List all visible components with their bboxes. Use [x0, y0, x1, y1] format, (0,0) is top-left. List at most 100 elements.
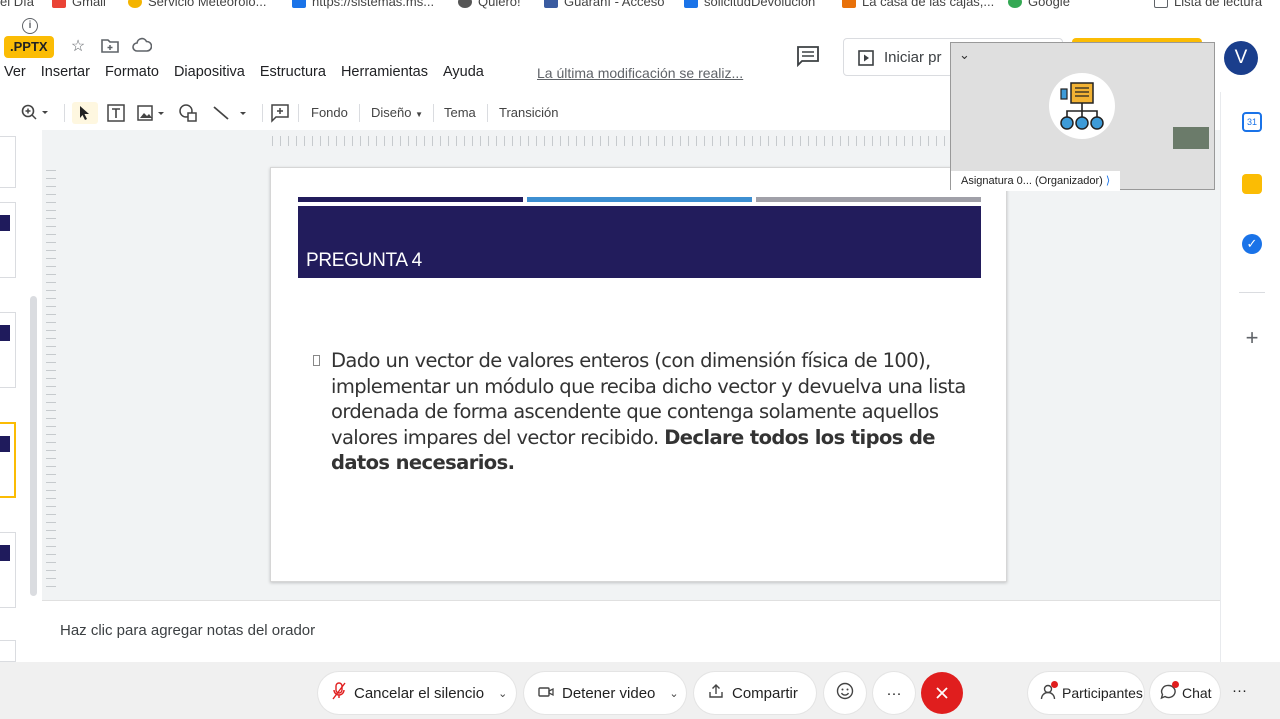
slide[interactable]: PREGUNTA 4 Dado un vector de valores ent… — [270, 167, 1007, 582]
bookmark[interactable]: Gmail — [52, 0, 106, 9]
end-call-button[interactable] — [921, 672, 963, 714]
present-label: Iniciar pr — [884, 49, 942, 66]
bookmark[interactable]: La casa de las cajas,... — [842, 0, 994, 9]
people-icon — [1040, 680, 1058, 703]
menu-estructura[interactable]: Estructura — [260, 64, 326, 84]
file-type-badge: .PPTX — [4, 36, 54, 58]
star-icon[interactable]: ☆ — [68, 37, 88, 57]
filmstrip-scrollbar[interactable] — [30, 296, 37, 596]
bookmark[interactable]: Guaraní - Acceso — [544, 0, 664, 9]
slide-filmstrip — [0, 130, 42, 662]
stop-video-label: Detener video — [562, 684, 656, 702]
notification-dot — [1172, 680, 1179, 688]
flag-icon — [292, 0, 306, 8]
zoom-icon[interactable] — [20, 102, 50, 124]
bookmark[interactable]: https://sistemas.ms... — [292, 0, 434, 9]
bookmark-label: Quiero! — [478, 0, 521, 9]
chevron-down-icon[interactable]: ⌄ — [959, 47, 970, 63]
menu-bar: Ver Insertar Formato Diapositiva Estruct… — [4, 64, 499, 84]
chevron-down-icon[interactable]: ⌄ — [669, 687, 678, 700]
share-screen-button[interactable]: Compartir — [694, 672, 816, 714]
select-cursor-icon[interactable] — [72, 102, 98, 124]
background-button[interactable]: Fondo — [311, 102, 348, 124]
info-icon[interactable]: i — [22, 18, 38, 34]
slide-thumbnail[interactable] — [0, 640, 16, 662]
line-icon[interactable] — [210, 102, 254, 124]
accent-bar — [527, 197, 752, 202]
unmute-button[interactable]: Cancelar el silencio ⌄ — [318, 672, 516, 714]
slide-thumbnail-selected[interactable] — [0, 422, 16, 498]
shape-icon[interactable] — [178, 102, 200, 124]
image-icon[interactable] — [136, 102, 170, 124]
participants-button[interactable]: Participantes — [1028, 672, 1144, 714]
bookmark[interactable]: Google — [1008, 0, 1070, 9]
menu-ver[interactable]: Ver — [4, 64, 26, 84]
layout-button[interactable]: Diseño ▼ — [371, 102, 423, 124]
participants-label: Participantes — [1062, 685, 1143, 701]
add-comment-icon[interactable] — [270, 102, 290, 124]
menu-diapositiva[interactable]: Diapositiva — [174, 64, 245, 84]
bookmarks-bar: el Día Gmail Servicio Meteorolo... https… — [0, 0, 1280, 12]
video-tile[interactable]: ⌄ Asignatura 0... (Organizador) ⟩ — [950, 42, 1215, 191]
site-icon — [544, 0, 558, 8]
toolbar: Fondo Diseño ▼ Tema Transición — [0, 96, 945, 130]
slide-title[interactable]: PREGUNTA 4 — [306, 250, 422, 272]
site-icon — [842, 0, 856, 8]
slide-thumbnail[interactable] — [0, 136, 16, 188]
menu-herramientas[interactable]: Herramientas — [341, 64, 428, 84]
site-icon — [684, 0, 698, 8]
last-edit-link[interactable]: La última modificación se realiz... — [537, 65, 743, 81]
vertical-ruler — [46, 170, 56, 590]
chevron-right-icon: ⟩ — [1105, 175, 1111, 187]
gmail-icon — [52, 0, 66, 8]
google-icon — [1008, 0, 1022, 8]
folder-move-icon[interactable] — [100, 37, 120, 57]
reading-list-icon — [1154, 0, 1168, 8]
notification-dot — [1051, 680, 1058, 688]
slide-thumbnail[interactable] — [0, 202, 16, 278]
more-options-button[interactable]: ··· — [873, 672, 915, 714]
transition-button[interactable]: Transición — [499, 102, 558, 124]
slide-body-text[interactable]: Dado un vector de valores enteros (con d… — [331, 348, 971, 476]
share-screen-icon — [708, 683, 724, 703]
chat-button[interactable]: Chat — [1150, 672, 1220, 714]
add-addon-icon[interactable]: + — [1242, 327, 1262, 349]
text-box-icon[interactable] — [106, 102, 126, 124]
menu-formato[interactable]: Formato — [105, 64, 159, 84]
chat-icon — [1160, 680, 1179, 703]
cloud-status-icon[interactable] — [132, 37, 153, 57]
bookmark-label: La casa de las cajas,... — [862, 0, 995, 9]
slide-thumbnail[interactable] — [0, 312, 16, 388]
theme-button[interactable]: Tema — [444, 102, 476, 124]
reactions-button[interactable] — [824, 672, 866, 714]
title-band: PREGUNTA 4 — [298, 206, 981, 278]
stop-video-button[interactable]: Detener video ⌄ — [524, 672, 686, 714]
bookmark-label: el Día — [0, 0, 34, 9]
bookmark[interactable]: Servicio Meteorolo... — [128, 0, 267, 9]
calendar-icon[interactable]: 31 — [1242, 112, 1262, 132]
bookmark[interactable]: solicitudDevolucion — [684, 0, 815, 9]
speaker-notes[interactable]: Haz clic para agregar notas del orador — [60, 622, 315, 639]
bullet-icon — [313, 355, 320, 366]
site-icon — [458, 0, 472, 8]
slide-thumbnail[interactable] — [0, 532, 16, 608]
chevron-down-icon[interactable]: ⌄ — [498, 687, 507, 700]
self-view-thumbnail[interactable] — [1173, 127, 1209, 149]
menu-ayuda[interactable]: Ayuda — [443, 64, 484, 84]
reading-list[interactable]: Lista de lectura — [1154, 0, 1262, 9]
bookmark[interactable]: el Día — [0, 0, 34, 9]
organizer-avatar — [1049, 73, 1115, 139]
present-icon — [858, 50, 874, 66]
accent-bar — [756, 197, 981, 202]
bookmark-label: Servicio Meteorolo... — [148, 0, 267, 9]
menu-insertar[interactable]: Insertar — [41, 64, 90, 84]
bookmark-label: solicitudDevolucion — [704, 0, 816, 9]
keep-icon[interactable] — [1242, 174, 1262, 194]
comments-icon[interactable] — [796, 45, 820, 68]
notes-resize-handle[interactable] — [42, 600, 1220, 608]
more-menu-button[interactable]: ··· — [1232, 682, 1247, 699]
unmute-label: Cancelar el silencio — [354, 684, 485, 702]
avatar[interactable]: V — [1224, 41, 1258, 75]
bookmark[interactable]: Quiero! — [458, 0, 521, 9]
tasks-icon[interactable]: ✓ — [1242, 234, 1262, 254]
